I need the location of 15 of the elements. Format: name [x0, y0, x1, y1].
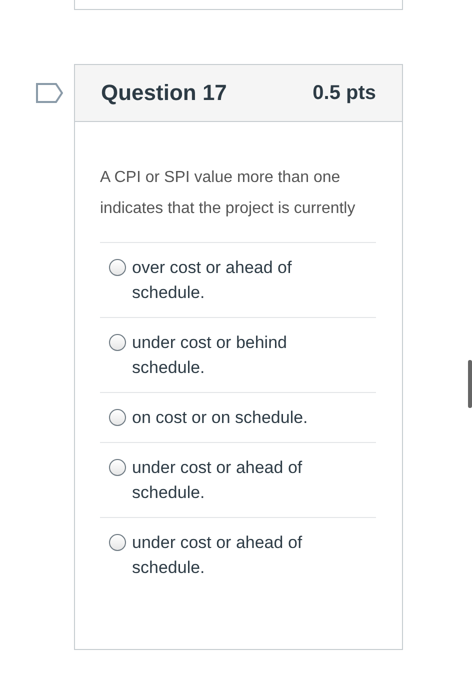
radio-button[interactable] [109, 259, 126, 276]
radio-button[interactable] [109, 334, 126, 351]
answer-label[interactable]: under cost or ahead of schedule. [132, 530, 327, 580]
scrollbar[interactable] [468, 360, 472, 408]
question-text: A CPI or SPI value more than one indicates that the project is currently [100, 168, 356, 219]
radio-button[interactable] [109, 534, 126, 551]
points-label: 0.5 pts [312, 82, 376, 104]
answer-label[interactable]: on cost or on schedule. [132, 405, 327, 430]
radio-button[interactable] [109, 459, 126, 476]
answer-label[interactable]: under cost or behind schedule. [132, 330, 327, 380]
bookmark-icon[interactable] [36, 83, 63, 103]
radio-button[interactable] [109, 409, 126, 426]
answer-label[interactable]: under cost or ahead of schedule. [132, 455, 327, 505]
question-title: Question 17 [101, 80, 227, 106]
answer-label[interactable]: over cost or ahead of schedule. [132, 255, 327, 305]
